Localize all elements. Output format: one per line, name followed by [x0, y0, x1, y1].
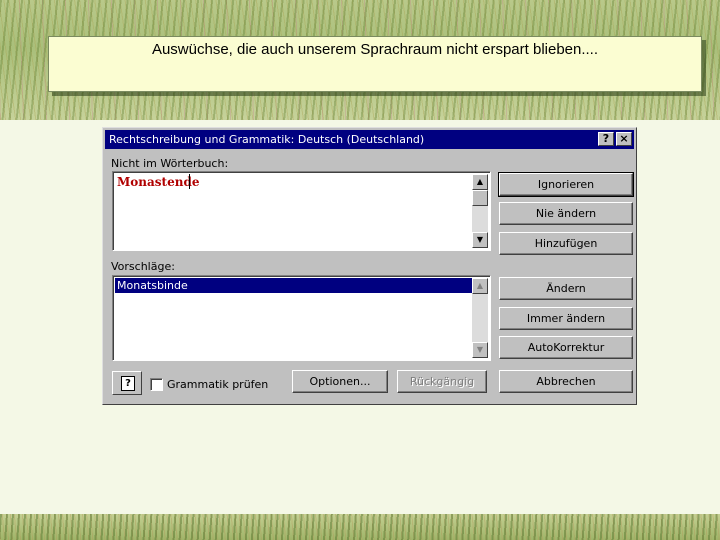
change-button[interactable]: Ändern [499, 277, 633, 300]
suggestions-label: Vorschläge: [111, 260, 175, 273]
scroll-up-icon[interactable]: ▲ [472, 174, 488, 190]
grammar-check-label[interactable]: Grammatik prüfen [167, 378, 268, 391]
suggestions-scrollbar[interactable]: ▲ ▼ [472, 278, 488, 358]
text-caret [189, 174, 190, 189]
scroll-thumb[interactable] [472, 190, 488, 206]
office-assistant-button[interactable]: ? [112, 371, 142, 395]
misspelled-word: Monastende [117, 175, 200, 189]
scroll-down-icon[interactable]: ▼ [472, 342, 488, 358]
scroll-up-icon[interactable]: ▲ [472, 278, 488, 294]
grammar-check-checkbox[interactable] [150, 378, 163, 391]
cancel-button[interactable]: Abbrechen [499, 370, 633, 393]
not-in-dictionary-textbox[interactable]: Monastende ▲ ▼ [112, 171, 491, 251]
spelling-grammar-dialog: Rechtschreibung und Grammatik: Deutsch (… [102, 127, 637, 405]
slide-caption: Auswüchse, die auch unserem Sprachraum n… [151, 41, 599, 58]
suggestion-item-selected[interactable]: Monatsbinde [115, 278, 472, 293]
change-all-button[interactable]: Immer ändern [499, 307, 633, 330]
help-title-button[interactable]: ? [598, 132, 614, 146]
help-icon: ? [121, 376, 135, 391]
never-change-button[interactable]: Nie ändern [499, 202, 633, 225]
undo-button[interactable]: Rückgängig [397, 370, 487, 393]
suggestions-list[interactable]: Monatsbinde ▲ ▼ [112, 275, 491, 361]
ignore-button[interactable]: Ignorieren [498, 172, 634, 197]
autocorrect-button[interactable]: AutoKorrektur [499, 336, 633, 359]
dialog-titlebar[interactable]: Rechtschreibung und Grammatik: Deutsch (… [105, 130, 634, 149]
dialog-title: Rechtschreibung und Grammatik: Deutsch (… [109, 133, 425, 146]
slide-title-box: Auswüchse, die auch unserem Sprachraum n… [48, 36, 702, 92]
textbox-scrollbar[interactable]: ▲ ▼ [472, 174, 488, 248]
grass-background-bottom [0, 514, 720, 540]
not-in-dictionary-label: Nicht im Wörterbuch: [111, 157, 229, 170]
add-button[interactable]: Hinzufügen [499, 232, 633, 255]
close-button[interactable]: × [616, 132, 632, 146]
scroll-down-icon[interactable]: ▼ [472, 232, 488, 248]
options-button[interactable]: Optionen... [292, 370, 388, 393]
